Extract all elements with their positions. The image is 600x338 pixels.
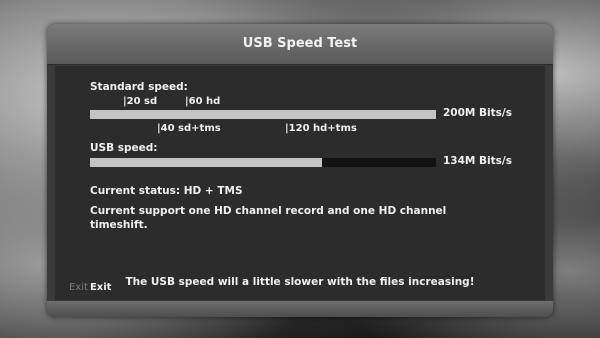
marker-60-hd: |60 hd [185,96,221,107]
usb-speed-label: USB speed: [90,142,158,154]
usb-speed-bar [90,158,436,167]
standard-speed-bar-fill [90,110,436,119]
usb-speed-bar-fill [90,158,322,167]
standard-speed-bar [90,110,436,119]
marker-40-sd-tms: |40 sd+tms [157,123,221,134]
dialog-bottom-bar [47,301,553,317]
marker-120-hd-tms: |120 hd+tms [285,123,357,134]
support-text-line2: timeshift. [90,219,148,231]
dialog-title: USB Speed Test [47,24,553,65]
exit-hint[interactable]: Exit Exit [69,282,111,293]
marker-20-sd: |20 sd [123,96,158,107]
exit-key-icon: Exit [69,282,88,293]
standard-speed-label: Standard speed: [90,81,188,93]
dialog-body: Standard speed: |20 sd |60 hd 200M Bits/… [55,66,545,300]
current-status: Current status: HD + TMS [90,185,243,197]
standard-speed-value: 200M Bits/s [443,107,512,119]
exit-label: Exit [89,282,112,293]
support-text-line1: Current support one HD channel record an… [90,205,447,217]
usb-speed-test-dialog: USB Speed Test Standard speed: |20 sd |6… [47,24,553,317]
usb-speed-value: 134M Bits/s [443,155,512,167]
speed-note: The USB speed will a little slower with … [125,276,475,288]
